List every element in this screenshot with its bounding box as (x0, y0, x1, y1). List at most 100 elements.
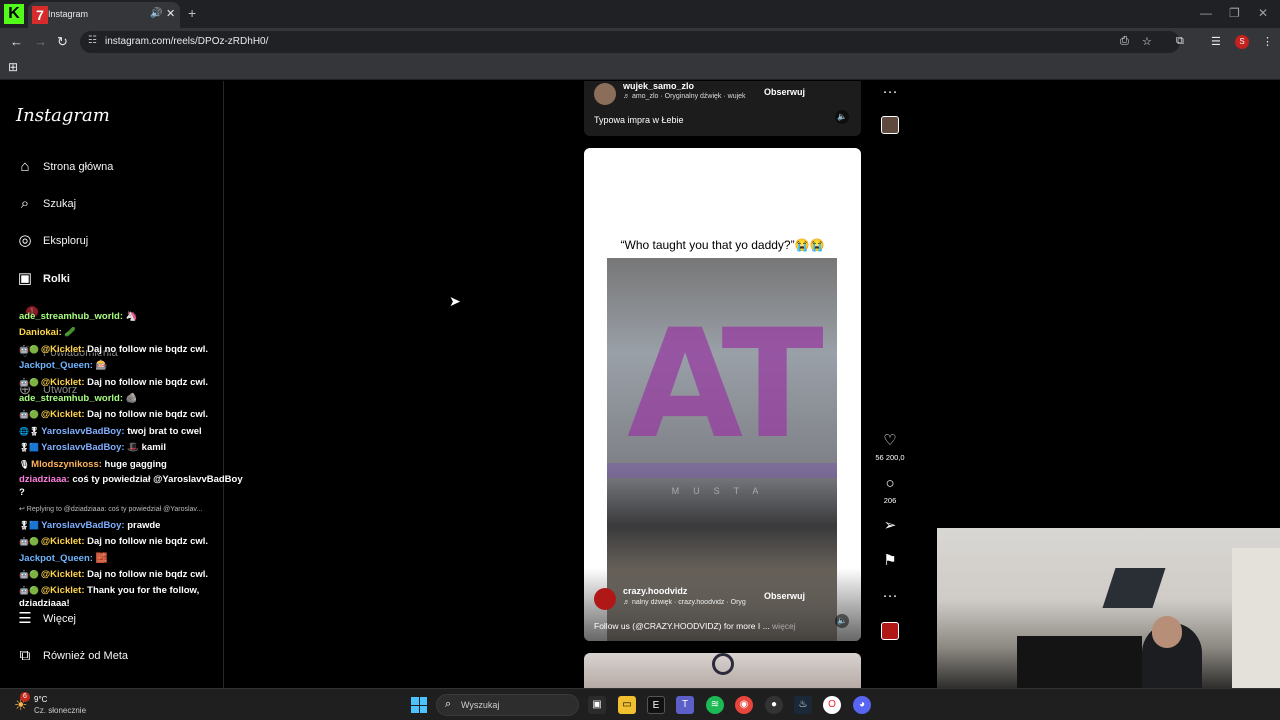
follow-button[interactable]: Obserwuj (764, 87, 805, 97)
browser-menu-icon[interactable]: ⋮ (1262, 35, 1273, 48)
chat-message: Jackpot_Queen: 🎰 (19, 358, 249, 374)
weather-temp[interactable]: 9°C (34, 695, 47, 704)
reels-icon: ▣ (17, 270, 33, 287)
steam-icon[interactable]: ♨ (794, 696, 812, 714)
chat-message: 🤖🟢 @Kicklet: Daj no follow nie bqdz cwl. (19, 407, 249, 423)
avatar[interactable] (594, 83, 616, 105)
chat-message: dziadziaaa: coś ty powiedział @Yaroslavv… (19, 473, 249, 502)
instagram-logo[interactable]: Instagram (16, 105, 110, 126)
nav-meta[interactable]: ⧉ Również od Meta (16, 647, 216, 669)
chat-username[interactable]: @Kicklet: (41, 536, 85, 547)
chat-message: 🤖🟢 @Kicklet: Daj no follow nie bqdz cwl. (19, 567, 249, 583)
chat-message: 🌐🎖 YaroslavvBadBoy: twoj brat to cwel (19, 424, 249, 440)
chat-username[interactable]: @Kicklet: (41, 585, 85, 596)
reading-list-icon[interactable]: ☰ (1211, 35, 1221, 48)
chat-username[interactable]: Daniokai: (19, 327, 62, 338)
chrome-icon[interactable]: ◉ (735, 696, 753, 714)
opera-icon[interactable]: O (823, 696, 841, 714)
chat-username[interactable]: ade_streamhub_world: (19, 393, 123, 404)
chat-text: Daj no follow nie bqdz cwl. (87, 569, 209, 581)
chat-username[interactable]: dziadziaaa: (19, 474, 70, 485)
close-tab-icon[interactable]: ✕ (166, 7, 175, 20)
chat-username[interactable]: YaroslavvBadBoy: (41, 442, 124, 453)
chat-username[interactable]: @Kicklet: (41, 344, 85, 355)
nav-explore[interactable]: ◎ Eksploruj (16, 232, 216, 254)
reel-previous[interactable]: wujek_samo_zlo ♬ amo_zlo · Oryginalny dź… (584, 81, 861, 136)
chat-username[interactable]: Jackpot_Queen: (19, 360, 93, 371)
chat-username[interactable]: @Kicklet: (41, 409, 85, 420)
audio-icon[interactable]: 🔊 (150, 8, 162, 19)
more-options-button[interactable]: ··· (870, 83, 910, 101)
file-explorer-icon[interactable]: ▭ (618, 696, 636, 714)
nav-more[interactable]: ☰ Więcej (16, 610, 216, 632)
teams-icon[interactable]: T (676, 696, 694, 714)
weather-desc[interactable]: Cz. słonecznie (34, 706, 86, 715)
chat-username[interactable]: Jackpot_Queen: (19, 553, 93, 564)
nav-reels[interactable]: ▣ Rolki (16, 270, 216, 292)
chat-text: huge gagging (104, 458, 167, 470)
discord-icon[interactable]: ◕ (853, 696, 871, 714)
reel-username[interactable]: crazy.hoodvidz (623, 586, 687, 596)
chat-username[interactable]: @Kicklet: (41, 377, 85, 388)
save-button[interactable]: ⚑ (870, 552, 910, 570)
chat-username[interactable]: @Kicklet: (41, 569, 85, 580)
webcam-window (1102, 568, 1166, 608)
kick-tab-icon[interactable]: K (4, 4, 24, 24)
epic-games-icon[interactable]: E (647, 696, 665, 714)
address-bar[interactable]: ☷ instagram.com/reels/DPOz-zRDhH0/ (80, 31, 1180, 53)
nav-home[interactable]: ⌂ Strona główna (16, 158, 216, 180)
forward-icon[interactable]: → (34, 34, 47, 49)
chat-username[interactable]: ade_streamhub_world: (19, 311, 123, 322)
install-icon[interactable]: ⎙ (1120, 35, 1129, 48)
reel-username[interactable]: wujek_samo_zlo (623, 81, 694, 91)
share-button[interactable]: ➢ (870, 517, 910, 535)
comment-button[interactable]: ○ 206 (870, 475, 910, 505)
volume-icon[interactable]: 🔈 (835, 614, 849, 628)
app-icon[interactable]: ● (765, 696, 783, 714)
url-text[interactable]: instagram.com/reels/DPOz-zRDhH0/ (105, 36, 268, 47)
extensions-icon[interactable]: ⧉ (1176, 35, 1184, 48)
reel-overlay-text: “Who taught you that yo daddy?”😭😭 (620, 238, 825, 252)
like-button[interactable]: ♡ 56 200,0 (870, 432, 910, 462)
start-icon[interactable] (411, 697, 427, 713)
window-close-icon[interactable]: ✕ (1258, 6, 1268, 20)
reload-icon[interactable]: ↻ (57, 34, 68, 50)
reel-audio[interactable]: ♬ nalny dźwięk · crazy.hoodvidz · Oryg (623, 599, 758, 606)
chat-username[interactable]: YaroslavvBadBoy: (41, 426, 124, 437)
reel-caption: Typowa impra w Łebie (594, 115, 684, 125)
chat-text: twoj brat to cwel (127, 425, 202, 437)
chat-text: 🎰 (95, 360, 108, 372)
maximize-icon[interactable]: ❐ (1229, 6, 1240, 20)
nav-label: Więcej (43, 613, 77, 625)
site-info-icon[interactable]: ☷ (88, 35, 97, 46)
bookmark-star-icon[interactable]: ☆ (1142, 35, 1152, 48)
back-icon[interactable]: ← (10, 34, 23, 49)
nav-label: Rolki (43, 273, 70, 285)
taskbar-search[interactable]: ⌕ Wyszukaj (436, 694, 579, 716)
nav-search[interactable]: ⌕ Szukaj (16, 195, 216, 217)
reel-audio[interactable]: ♬ amo_zlo · Oryginalny dźwięk · wujek (623, 93, 746, 100)
audio-thumbnail[interactable] (881, 622, 899, 640)
follow-button[interactable]: Obserwuj (764, 591, 805, 601)
minimize-icon[interactable]: — (1200, 6, 1212, 20)
more-options-button[interactable]: ··· (870, 587, 910, 605)
tab-instagram[interactable]: 7 Instagram 🔊 ✕ (28, 2, 180, 28)
chat-message: ↩ Replying to @dziadziaaa: coś ty powied… (19, 506, 203, 514)
profile-avatar[interactable]: S (1235, 35, 1249, 49)
chat-username[interactable]: Mlodszynikoss: (31, 459, 102, 470)
audio-thumbnail[interactable] (881, 116, 899, 134)
new-tab-button[interactable]: + (188, 5, 196, 21)
apps-grid-icon[interactable]: ⊞ (8, 60, 18, 74)
reel-next[interactable] (584, 653, 861, 688)
more-link[interactable]: więcej (772, 621, 796, 631)
chat-badge-icons: 🤖🟢 (19, 585, 39, 595)
spotify-icon[interactable]: ≋ (706, 696, 724, 714)
chat-text: 🧱 (95, 552, 108, 564)
car-stripe (607, 463, 837, 478)
reel-main[interactable]: “Who taught you that yo daddy?”😭😭 AT MUS… (584, 148, 861, 641)
avatar[interactable] (594, 588, 616, 610)
chat-badge-icons: 🤖🟢 (19, 570, 39, 580)
chat-username[interactable]: YaroslavvBadBoy: (41, 520, 124, 531)
task-view-icon[interactable]: ▣ (588, 696, 606, 714)
volume-icon[interactable]: 🔈 (835, 110, 849, 124)
